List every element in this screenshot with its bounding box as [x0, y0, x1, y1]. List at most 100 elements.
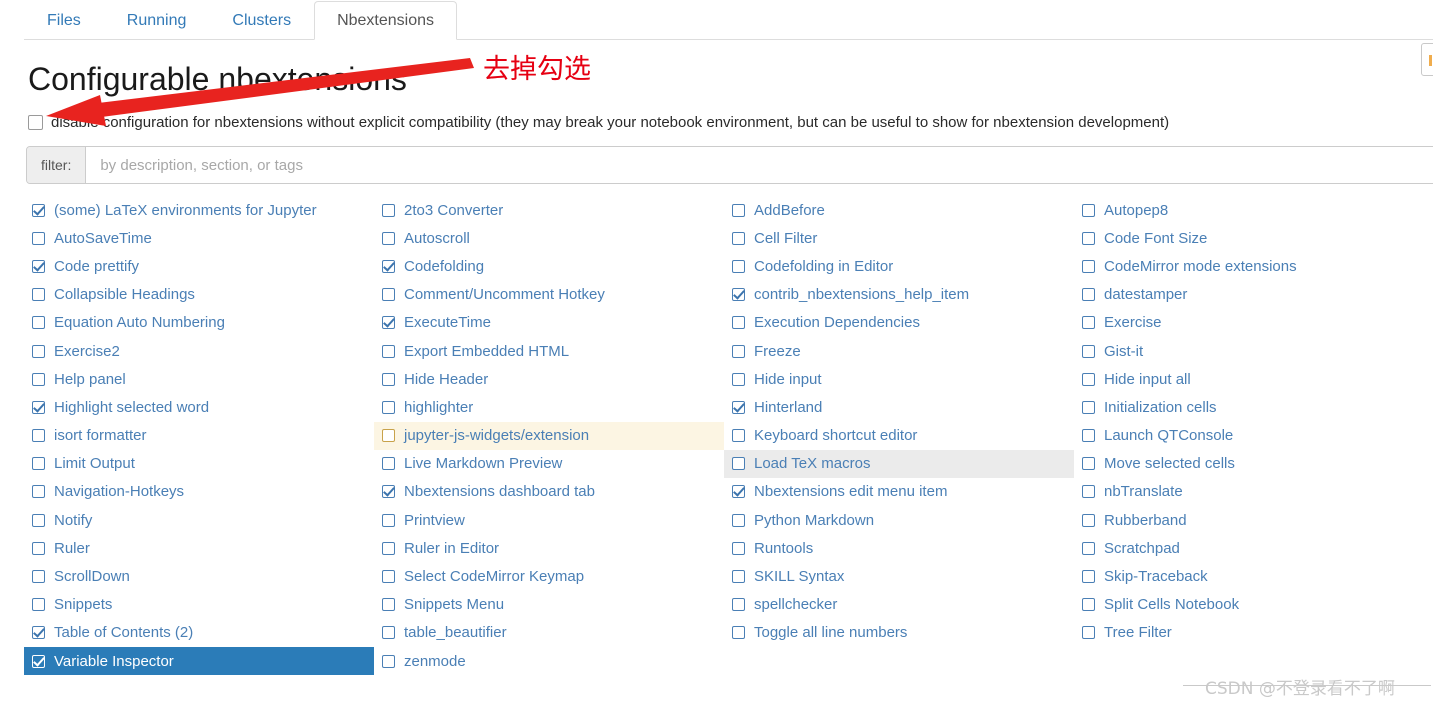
- extension-row[interactable]: Nbextensions edit menu item: [724, 478, 1074, 506]
- extension-row[interactable]: Tree Filter: [1074, 619, 1417, 647]
- checkbox-unchecked-icon[interactable]: [1082, 570, 1095, 584]
- checkbox-unchecked-icon[interactable]: [732, 513, 745, 527]
- checkbox-unchecked-icon[interactable]: [1082, 316, 1095, 330]
- checkbox-unchecked-icon[interactable]: [1082, 372, 1095, 386]
- checkbox-unchecked-icon[interactable]: [32, 344, 45, 358]
- checkbox-unchecked-icon[interactable]: [32, 372, 45, 386]
- checkbox-unchecked-icon[interactable]: [1082, 288, 1095, 302]
- extension-row[interactable]: Exercise: [1074, 309, 1417, 337]
- checkbox-unchecked-icon[interactable]: [1082, 513, 1095, 527]
- extension-row[interactable]: Autopep8: [1074, 196, 1417, 224]
- extension-row[interactable]: Nbextensions dashboard tab: [374, 478, 724, 506]
- checkbox-unchecked-icon[interactable]: [382, 344, 395, 358]
- extension-row[interactable]: Hide input all: [1074, 365, 1417, 393]
- checkbox-unchecked-icon[interactable]: [382, 429, 395, 443]
- checkbox-unchecked-icon[interactable]: [382, 372, 395, 386]
- extension-row[interactable]: Live Markdown Preview: [374, 450, 724, 478]
- extension-row[interactable]: nbTranslate: [1074, 478, 1417, 506]
- extension-row[interactable]: Hide input: [724, 365, 1074, 393]
- extension-row[interactable]: Codefolding: [374, 252, 724, 280]
- checkbox-unchecked-icon[interactable]: [732, 231, 745, 245]
- filter-input[interactable]: [86, 147, 1433, 183]
- checkbox-unchecked-icon[interactable]: [32, 429, 45, 443]
- extension-row[interactable]: Notify: [24, 506, 374, 534]
- checkbox-unchecked-icon[interactable]: [732, 541, 745, 555]
- checkbox-unchecked-icon[interactable]: [732, 598, 745, 612]
- extension-row[interactable]: table_beautifier: [374, 619, 724, 647]
- extension-row[interactable]: AddBefore: [724, 196, 1074, 224]
- checkbox-checked-icon[interactable]: [32, 400, 45, 414]
- checkbox-unchecked-icon[interactable]: [732, 457, 745, 471]
- extension-row[interactable]: Hinterland: [724, 393, 1074, 421]
- checkbox-unchecked-icon[interactable]: [1082, 598, 1095, 612]
- extension-row[interactable]: highlighter: [374, 393, 724, 421]
- extension-row[interactable]: Autoscroll: [374, 224, 724, 252]
- extension-row[interactable]: isort formatter: [24, 422, 374, 450]
- checkbox-unchecked-icon[interactable]: [1082, 626, 1095, 640]
- checkbox-checked-icon[interactable]: [382, 316, 395, 330]
- extension-row[interactable]: Split Cells Notebook: [1074, 591, 1417, 619]
- extension-row[interactable]: Hide Header: [374, 365, 724, 393]
- checkbox-unchecked-icon[interactable]: [32, 231, 45, 245]
- checkbox-checked-icon[interactable]: [382, 259, 395, 273]
- checkbox-unchecked-icon[interactable]: [32, 541, 45, 555]
- tab-clusters[interactable]: Clusters: [209, 1, 314, 40]
- extension-row[interactable]: datestamper: [1074, 281, 1417, 309]
- checkbox-unchecked-icon[interactable]: [1082, 457, 1095, 471]
- checkbox-unchecked-icon[interactable]: [1082, 400, 1095, 414]
- checkbox-unchecked-icon[interactable]: [732, 429, 745, 443]
- checkbox-unchecked-icon[interactable]: [382, 570, 395, 584]
- extension-row[interactable]: Python Markdown: [724, 506, 1074, 534]
- extension-row[interactable]: ScrollDown: [24, 562, 374, 590]
- extension-row[interactable]: ExecuteTime: [374, 309, 724, 337]
- extension-row[interactable]: Highlight selected word: [24, 393, 374, 421]
- checkbox-unchecked-icon[interactable]: [732, 203, 745, 217]
- checkbox-unchecked-icon[interactable]: [732, 344, 745, 358]
- checkbox-unchecked-icon[interactable]: [382, 231, 395, 245]
- checkbox-checked-icon[interactable]: [732, 288, 745, 302]
- extension-row[interactable]: Codefolding in Editor: [724, 252, 1074, 280]
- checkbox-checked-icon[interactable]: [32, 203, 45, 217]
- checkbox-unchecked-icon[interactable]: [382, 400, 395, 414]
- extension-row[interactable]: contrib_nbextensions_help_item: [724, 281, 1074, 309]
- extension-row[interactable]: (some) LaTeX environments for Jupyter: [24, 196, 374, 224]
- extension-row[interactable]: Runtools: [724, 534, 1074, 562]
- checkbox-unchecked-icon[interactable]: [382, 626, 395, 640]
- tab-files[interactable]: Files: [24, 1, 104, 40]
- extension-row[interactable]: Load TeX macros: [724, 449, 1074, 478]
- extension-row[interactable]: AutoSaveTime: [24, 224, 374, 252]
- checkbox-checked-icon[interactable]: [32, 654, 45, 668]
- extension-row[interactable]: SKILL Syntax: [724, 562, 1074, 590]
- checkbox-checked-icon[interactable]: [382, 485, 395, 499]
- extension-row[interactable]: Exercise2: [24, 337, 374, 365]
- checkbox-unchecked-icon[interactable]: [732, 626, 745, 640]
- checkbox-unchecked-icon[interactable]: [382, 288, 395, 302]
- extension-row[interactable]: Equation Auto Numbering: [24, 309, 374, 337]
- extension-row[interactable]: jupyter-js-widgets/extension: [374, 421, 724, 450]
- checkbox-unchecked-icon[interactable]: [32, 570, 45, 584]
- checkbox-unchecked-icon[interactable]: [382, 203, 395, 217]
- checkbox-unchecked-icon[interactable]: [1082, 485, 1095, 499]
- tab-running[interactable]: Running: [104, 1, 210, 40]
- extension-row[interactable]: Code prettify: [24, 252, 374, 280]
- extension-row[interactable]: Help panel: [24, 365, 374, 393]
- extension-row[interactable]: Execution Dependencies: [724, 309, 1074, 337]
- extension-row[interactable]: Gist-it: [1074, 337, 1417, 365]
- tab-nbextensions[interactable]: Nbextensions: [314, 1, 458, 40]
- checkbox-checked-icon[interactable]: [732, 485, 745, 499]
- extension-row[interactable]: spellchecker: [724, 591, 1074, 619]
- extension-row[interactable]: Scratchpad: [1074, 534, 1417, 562]
- extension-row[interactable]: Select CodeMirror Keymap: [374, 562, 724, 590]
- extension-row[interactable]: Variable Inspector: [24, 647, 374, 676]
- checkbox-unchecked-icon[interactable]: [32, 457, 45, 471]
- checkbox-unchecked-icon[interactable]: [1082, 259, 1095, 273]
- extension-row[interactable]: Ruler: [24, 534, 374, 562]
- extension-row[interactable]: 2to3 Converter: [374, 196, 724, 224]
- extension-row[interactable]: Code Font Size: [1074, 224, 1417, 252]
- checkbox-unchecked-icon[interactable]: [732, 372, 745, 386]
- checkbox-unchecked-icon[interactable]: [382, 513, 395, 527]
- checkbox-unchecked-icon[interactable]: [382, 457, 395, 471]
- checkbox-unchecked-icon[interactable]: [32, 485, 45, 499]
- checkbox-unchecked-icon[interactable]: [732, 259, 745, 273]
- checkbox-unchecked-icon[interactable]: [32, 288, 45, 302]
